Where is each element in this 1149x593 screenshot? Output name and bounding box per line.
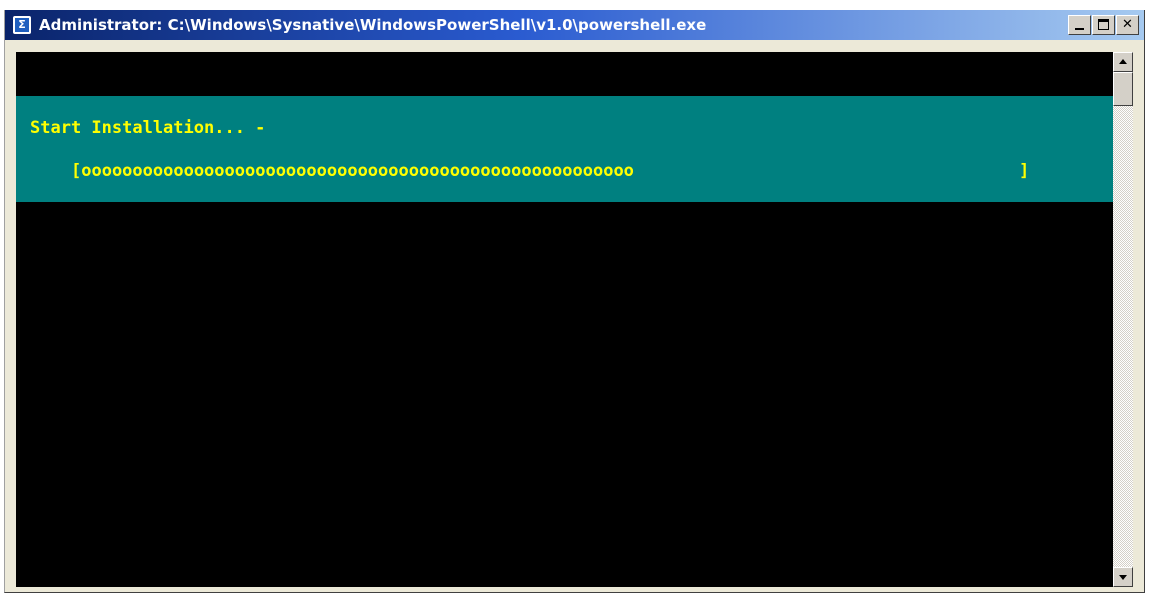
console-output[interactable]: Start Installation... - [ooooooooooooooo… — [16, 52, 1113, 587]
powershell-icon[interactable]: Σ — [13, 16, 31, 34]
progress-bar-text: [ooooooooooooooooooooooooooooooooooooooo… — [71, 161, 634, 181]
progress-bar-end: ] — [1019, 161, 1030, 181]
title-bar[interactable]: Σ Administrator: C:\Windows\Sysnative\Wi… — [5, 10, 1144, 40]
maximize-icon — [1098, 19, 1109, 30]
scroll-thumb[interactable] — [1113, 72, 1133, 106]
minimize-icon — [1075, 28, 1084, 30]
powershell-window: Σ Administrator: C:\Windows\Sysnative\Wi… — [4, 10, 1145, 593]
arrow-down-icon — [1119, 575, 1127, 580]
close-button[interactable]: ✕ — [1116, 15, 1139, 35]
status-line: Start Installation... - — [30, 118, 266, 138]
scroll-up-button[interactable] — [1113, 52, 1133, 72]
maximize-button[interactable] — [1092, 15, 1115, 35]
close-icon: ✕ — [1122, 17, 1133, 32]
progress-band — [16, 96, 1113, 202]
powershell-icon-glyph: Σ — [15, 18, 29, 32]
vertical-scrollbar[interactable] — [1113, 52, 1133, 587]
minimize-button[interactable] — [1068, 15, 1091, 35]
window-title: Administrator: C:\Windows\Sysnative\Wind… — [39, 16, 707, 34]
scroll-down-button[interactable] — [1113, 567, 1133, 587]
arrow-up-icon — [1119, 59, 1127, 64]
